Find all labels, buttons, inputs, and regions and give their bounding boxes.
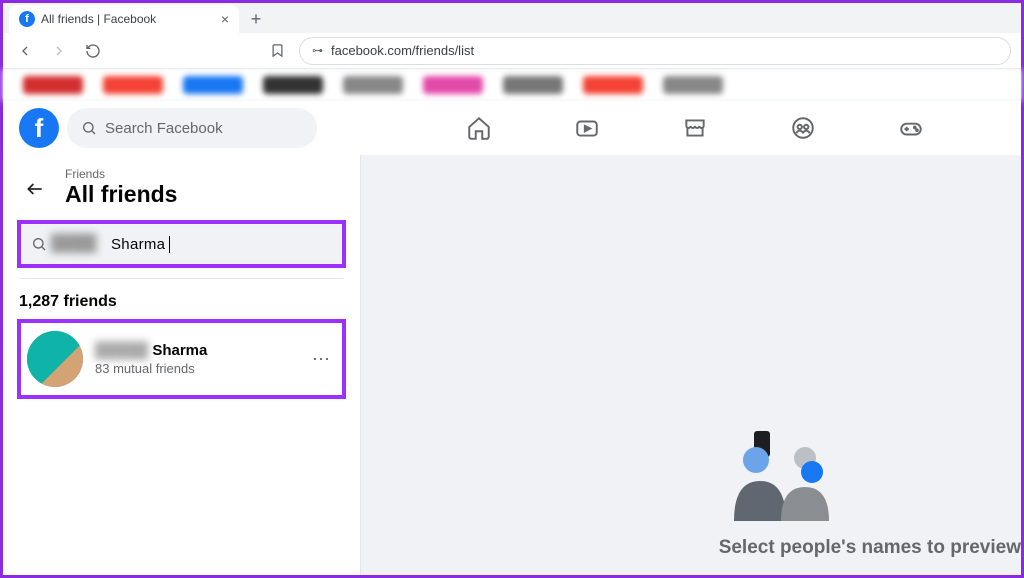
sidebar-header: Friends All friends [3,155,360,214]
empty-state: Select people's names to preview [719,425,1021,559]
page-title: All friends [65,181,177,208]
tab-title: All friends | Facebook [41,12,215,26]
content-panel: Select people's names to preview [361,155,1021,575]
friend-name: █████ Sharma [95,342,294,359]
text-cursor [169,236,170,253]
reload-button[interactable] [81,39,105,63]
main-area: Friends All friends ████ Sharma 1,287 fr… [3,155,1021,575]
friend-subtitle: 83 mutual friends [95,361,294,376]
home-icon[interactable] [465,114,493,142]
browser-chrome: f All friends | Facebook × + ⊶ facebook.… [3,3,1021,101]
search-blurred-text: ████ [51,235,107,253]
facebook-favicon: f [19,11,35,27]
search-icon [31,236,47,252]
bookmark-button[interactable] [265,39,289,63]
url-text: facebook.com/friends/list [331,43,474,58]
address-bar[interactable]: ⊶ facebook.com/friends/list [299,37,1011,65]
site-settings-icon[interactable]: ⊶ [312,44,323,57]
people-illustration [719,425,849,525]
empty-state-text: Select people's names to preview [719,537,1021,559]
new-tab-button[interactable]: + [245,8,267,30]
marketplace-icon[interactable] [681,114,709,142]
back-button[interactable] [13,39,37,63]
friend-row[interactable]: █████ Sharma 83 mutual friends ⋯ [27,331,336,387]
groups-icon[interactable] [789,114,817,142]
search-icon [81,120,97,136]
search-friends-input[interactable]: ████ Sharma [21,224,342,264]
friends-sidebar: Friends All friends ████ Sharma 1,287 fr… [3,155,361,575]
video-icon[interactable] [573,114,601,142]
header-nav [325,114,1005,142]
toolbar-row: ⊶ facebook.com/friends/list [3,33,1021,69]
friend-avatar [27,331,83,387]
bookmarks-bar [3,69,1021,101]
facebook-search[interactable]: Search Facebook [67,108,317,148]
sidebar-back-button[interactable] [19,173,51,205]
search-highlight-box: ████ Sharma [17,220,346,268]
search-placeholder: Search Facebook [105,120,223,137]
breadcrumb[interactable]: Friends [65,167,177,181]
tab-strip: f All friends | Facebook × + [3,3,1021,33]
forward-button[interactable] [47,39,71,63]
more-options-button[interactable]: ⋯ [306,349,336,370]
search-value: Sharma [111,236,165,253]
friends-count: 1,287 friends [3,279,360,319]
facebook-logo[interactable]: f [19,108,59,148]
close-tab-icon[interactable]: × [221,11,229,27]
gaming-icon[interactable] [897,114,925,142]
browser-tab[interactable]: f All friends | Facebook × [9,5,239,33]
facebook-header: f Search Facebook [3,101,1021,155]
friend-highlight-box: █████ Sharma 83 mutual friends ⋯ [17,319,346,399]
